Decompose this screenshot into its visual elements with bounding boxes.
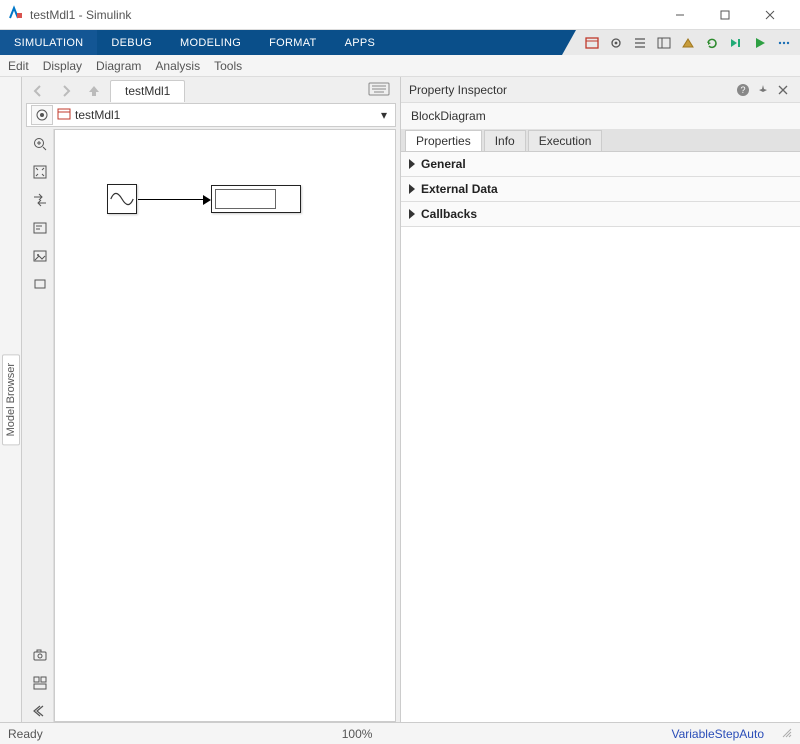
expand-icon xyxy=(409,159,415,169)
close-panel-icon[interactable] xyxy=(774,81,792,99)
close-button[interactable] xyxy=(747,0,792,30)
help-icon[interactable]: ? xyxy=(734,81,752,99)
ribbon-tab-format[interactable]: FORMAT xyxy=(255,30,330,55)
file-tab[interactable]: testMdl1 xyxy=(110,80,185,102)
section-general[interactable]: General xyxy=(401,152,800,177)
svg-text:?: ? xyxy=(740,85,745,95)
section-callbacks[interactable]: Callbacks xyxy=(401,202,800,227)
property-inspector-title: Property Inspector xyxy=(409,83,507,97)
panel-icon[interactable] xyxy=(653,33,675,53)
collapse-icon[interactable] xyxy=(29,700,51,722)
inspector-tab-properties[interactable]: Properties xyxy=(405,130,482,151)
path-text[interactable]: testMdl1 xyxy=(75,108,377,122)
maximize-button[interactable] xyxy=(702,0,747,30)
list-icon[interactable] xyxy=(629,33,651,53)
signal-line[interactable] xyxy=(138,199,204,200)
expand-icon xyxy=(409,184,415,194)
path-bar: testMdl1 ▾ xyxy=(26,103,396,127)
settings-icon[interactable] xyxy=(605,33,627,53)
keyboard-icon[interactable] xyxy=(368,82,390,100)
ribbon-tab-modeling[interactable]: MODELING xyxy=(166,30,255,55)
inspector-tab-info[interactable]: Info xyxy=(484,130,526,151)
section-callbacks-label: Callbacks xyxy=(421,207,477,221)
step-back-icon[interactable] xyxy=(725,33,747,53)
path-target-icon[interactable] xyxy=(31,105,53,125)
path-model-icon xyxy=(57,107,71,124)
block-diagram-canvas[interactable] xyxy=(54,129,396,722)
refresh-icon[interactable] xyxy=(701,33,723,53)
rect-icon[interactable] xyxy=(29,273,51,295)
model-browser-toggle[interactable]: Model Browser xyxy=(2,354,20,445)
open-model-icon[interactable] xyxy=(581,33,603,53)
menu-diagram[interactable]: Diagram xyxy=(96,59,141,73)
zoom-level[interactable]: 100% xyxy=(342,727,373,741)
nav-back-icon[interactable] xyxy=(26,80,50,102)
run-icon[interactable] xyxy=(749,33,771,53)
menu-analysis[interactable]: Analysis xyxy=(155,59,200,73)
signal-arrow-icon xyxy=(203,195,211,205)
app-icon xyxy=(8,5,24,24)
layout-icon[interactable] xyxy=(29,672,51,694)
ribbon-tab-simulation[interactable]: SIMULATION xyxy=(0,30,97,55)
nav-up-icon[interactable] xyxy=(82,80,106,102)
model-browser-panel: Model Browser xyxy=(0,77,22,722)
menu-bar: Edit Display Diagram Analysis Tools xyxy=(0,55,800,77)
menu-display[interactable]: Display xyxy=(43,59,82,73)
title-bar: testMdl1 - Simulink xyxy=(0,0,800,30)
section-external-data-label: External Data xyxy=(421,182,498,196)
annotation-icon[interactable] xyxy=(29,217,51,239)
nav-forward-icon[interactable] xyxy=(54,80,78,102)
path-dropdown-icon[interactable]: ▾ xyxy=(377,108,391,122)
canvas-column: testMdl1 testMdl1 ▾ xyxy=(22,77,400,722)
ribbon-tab-apps[interactable]: APPS xyxy=(331,30,390,55)
status-bar: Ready 100% VariableStepAuto xyxy=(0,722,800,744)
build-icon[interactable] xyxy=(677,33,699,53)
inspected-object: BlockDiagram xyxy=(401,103,800,129)
snapshot-icon[interactable] xyxy=(29,644,51,666)
pin-icon[interactable] xyxy=(754,81,772,99)
quick-access-toolbar xyxy=(576,30,800,55)
zoom-in-icon[interactable] xyxy=(29,133,51,155)
arrows-icon[interactable] xyxy=(29,189,51,211)
image-icon[interactable] xyxy=(29,245,51,267)
section-external-data[interactable]: External Data xyxy=(401,177,800,202)
ribbon-toolstrip: SIMULATION DEBUG MODELING FORMAT APPS xyxy=(0,30,800,55)
side-palette xyxy=(26,129,54,722)
inspector-body: General External Data Callbacks xyxy=(401,151,800,722)
ribbon-tab-debug[interactable]: DEBUG xyxy=(97,30,166,55)
expand-icon xyxy=(409,209,415,219)
display-block[interactable] xyxy=(211,185,301,213)
menu-edit[interactable]: Edit xyxy=(8,59,29,73)
more-icon[interactable] xyxy=(773,33,795,53)
canvas-tab-bar: testMdl1 xyxy=(22,77,400,103)
section-general-label: General xyxy=(421,157,466,171)
menu-tools[interactable]: Tools xyxy=(214,59,242,73)
resize-grip-icon[interactable] xyxy=(780,726,792,741)
property-inspector-panel: Property Inspector ? BlockDiagram Proper… xyxy=(400,77,800,722)
minimize-button[interactable] xyxy=(657,0,702,30)
fit-to-view-icon[interactable] xyxy=(29,161,51,183)
sine-wave-block[interactable] xyxy=(107,184,137,214)
inspector-tabstrip: Properties Info Execution xyxy=(401,129,800,151)
solver-link[interactable]: VariableStepAuto xyxy=(671,727,764,741)
status-text: Ready xyxy=(8,727,43,741)
inspector-tab-execution[interactable]: Execution xyxy=(528,130,603,151)
window-title: testMdl1 - Simulink xyxy=(30,8,131,22)
